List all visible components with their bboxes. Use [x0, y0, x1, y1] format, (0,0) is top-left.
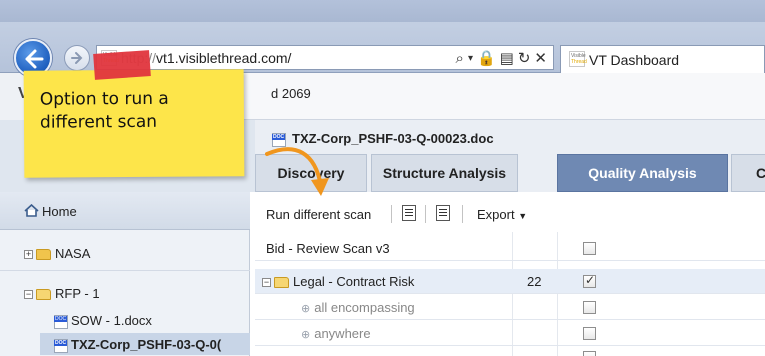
toolbar-divider: [391, 205, 392, 223]
term-icon: ⊕: [301, 303, 311, 315]
chevron-down-icon: ▼: [518, 211, 528, 221]
doc-file-icon: [54, 314, 68, 329]
sidebar-item-rfp-1[interactable]: − RFP - 1: [24, 286, 100, 301]
term-icon: ⊕: [301, 329, 311, 341]
expand-icon[interactable]: +: [24, 250, 33, 260]
row-checkbox-checked[interactable]: [583, 273, 596, 288]
tab-quality-analysis[interactable]: Quality Analysis: [557, 154, 728, 192]
toolbar-divider: [462, 205, 463, 223]
tab-structure-analysis[interactable]: Structure Analysis: [371, 154, 518, 192]
collapse-icon[interactable]: −: [262, 278, 271, 288]
row-count: 22: [527, 274, 542, 289]
callout-text: Option to run a different scan: [39, 88, 169, 133]
table-row-partial: [255, 347, 765, 356]
table-row[interactable]: Bid - Review Scan v3: [255, 236, 765, 261]
sidebar-item-txz-corp[interactable]: TXZ-Corp_PSHF-03-Q-0(: [54, 337, 221, 353]
forward-arrow-icon: [71, 52, 83, 64]
row-label: ⊕ all encompassing: [301, 300, 415, 315]
address-bar-icons: ⌕ ▾ 🔒 ▤ ↻ ✕: [456, 49, 547, 68]
header-id-text: d 2069: [271, 86, 311, 101]
export-button[interactable]: Export ▼: [477, 207, 527, 222]
row-checkbox[interactable]: [583, 327, 596, 340]
folder-icon: [36, 249, 51, 261]
row-checkbox[interactable]: [583, 351, 596, 356]
browser-titlebar: [0, 0, 765, 22]
browser-tab[interactable]: Visible Thread VT Dashboard: [560, 45, 765, 73]
tab-overflow[interactable]: C: [731, 154, 765, 192]
tab-title: VT Dashboard: [589, 52, 680, 68]
compat-view-icon[interactable]: ▤: [500, 49, 514, 67]
back-arrow-icon: [25, 49, 44, 69]
tape-decoration: [93, 50, 151, 80]
dropdown-icon[interactable]: ▾: [468, 53, 473, 64]
lock-icon[interactable]: 🔒: [477, 49, 496, 67]
search-icon[interactable]: ⌕: [456, 50, 464, 67]
sidebar-item-home[interactable]: Home: [0, 192, 250, 230]
sidebar-item-sow[interactable]: SOW - 1.docx: [54, 313, 152, 329]
collapse-icon[interactable]: −: [24, 290, 33, 300]
forward-button[interactable]: [64, 45, 90, 71]
row-label: Bid - Review Scan v3: [266, 241, 390, 256]
address-bar[interactable]: VisibleThread http://vt1.visiblethread.c…: [96, 45, 554, 70]
stop-icon[interactable]: ✕: [534, 49, 547, 67]
tab-favicon-icon: Visible Thread: [569, 51, 587, 67]
callout-arrow-icon: [265, 147, 329, 196]
callout-sticky-note: Option to run a different scan: [23, 69, 245, 178]
doc-file-icon: [54, 338, 68, 353]
folder-open-icon: [36, 289, 51, 301]
list-view-icon[interactable]: [402, 205, 416, 221]
row-label: − Legal - Contract Risk: [262, 274, 415, 289]
table-row[interactable]: ⊕ all encompassing: [255, 295, 765, 320]
table-row[interactable]: − Legal - Contract Risk 22: [255, 269, 765, 294]
sidebar-item-nasa[interactable]: + NASA: [24, 246, 90, 261]
refresh-icon[interactable]: ↻: [518, 49, 531, 67]
folder-open-icon: [274, 277, 289, 289]
row-checkbox[interactable]: [583, 301, 596, 314]
home-label: Home: [42, 204, 77, 219]
table-row[interactable]: ⊕ anywhere: [255, 321, 765, 346]
sidebar-divider: [0, 270, 250, 271]
document-view-icon[interactable]: [436, 205, 450, 221]
row-checkbox[interactable]: [583, 242, 596, 255]
row-label: ⊕ anywhere: [301, 326, 371, 341]
run-different-scan-button[interactable]: Run different scan: [266, 207, 371, 222]
toolbar-divider: [425, 205, 426, 223]
home-icon: [24, 204, 39, 217]
